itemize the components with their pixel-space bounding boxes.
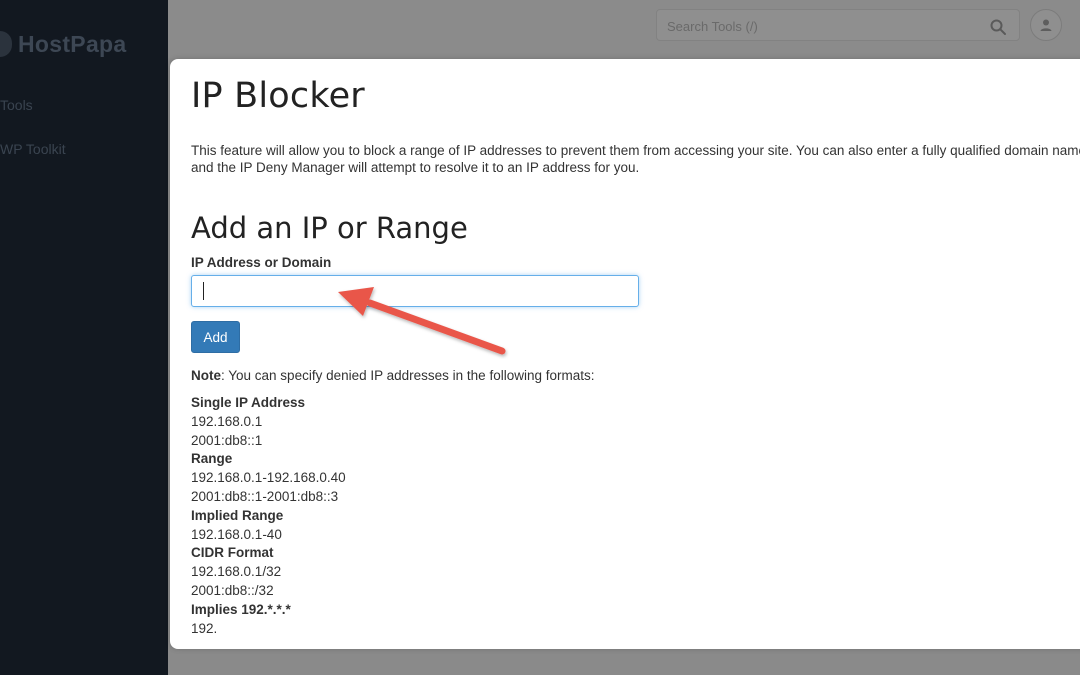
ip-blocker-modal: IP Blocker This feature will allow you t… xyxy=(170,59,1080,649)
search-icon[interactable] xyxy=(989,18,1007,36)
format-example: 2001:db8::/32 xyxy=(191,582,274,598)
user-menu-button[interactable] xyxy=(1030,9,1062,41)
sidebar: HostPapa Tools WP Toolkit xyxy=(0,0,168,675)
brand-name: HostPapa xyxy=(18,30,127,57)
search-input[interactable] xyxy=(665,10,969,42)
feature-description: This feature will allow you to block a r… xyxy=(191,142,1080,176)
description-line-1: This feature will allow you to block a r… xyxy=(191,143,1080,158)
hostpapa-logo-icon xyxy=(0,31,12,57)
brand-logo[interactable]: HostPapa xyxy=(0,28,126,60)
add-button[interactable]: Add xyxy=(191,321,240,353)
format-example: 192.168.0.1-192.168.0.40 xyxy=(191,470,346,486)
user-icon xyxy=(1040,19,1052,31)
description-line-2: and the IP Deny Manager will attempt to … xyxy=(191,160,640,175)
note-text: : You can specify denied IP addresses in… xyxy=(221,368,595,383)
ip-address-label: IP Address or Domain xyxy=(191,255,332,270)
format-header: Single IP Address xyxy=(191,395,306,410)
section-title: Add an IP or Range xyxy=(191,211,468,245)
text-cursor xyxy=(203,282,204,300)
format-header: Implied Range xyxy=(191,507,284,523)
format-header: Range xyxy=(191,451,233,467)
format-example: 192. xyxy=(191,620,218,636)
annotation-arrow-icon xyxy=(338,287,506,355)
formats-note: Note: You can specify denied IP addresse… xyxy=(191,368,594,383)
format-example: 192.168.0.1-40 xyxy=(191,526,282,542)
format-examples: Single IP Address 192.168.0.1 2001:db8::… xyxy=(191,394,346,638)
search-box[interactable] xyxy=(656,9,1020,42)
format-example: 2001:db8::1 xyxy=(191,432,263,448)
page-title: IP Blocker xyxy=(191,76,365,116)
format-example: 192.168.0.1/32 xyxy=(191,564,282,580)
format-example: 2001:db8::1-2001:db8::3 xyxy=(191,488,339,504)
note-label: Note xyxy=(191,368,221,383)
format-example: 192.168.0.1 xyxy=(191,413,263,429)
sidebar-item-wp-toolkit[interactable]: WP Toolkit xyxy=(0,141,66,157)
bottom-bar xyxy=(168,648,1080,675)
sidebar-item-tools[interactable]: Tools xyxy=(0,97,33,113)
format-header: Implies 192.*.*.* xyxy=(191,601,291,617)
format-header: CIDR Format xyxy=(191,545,274,561)
